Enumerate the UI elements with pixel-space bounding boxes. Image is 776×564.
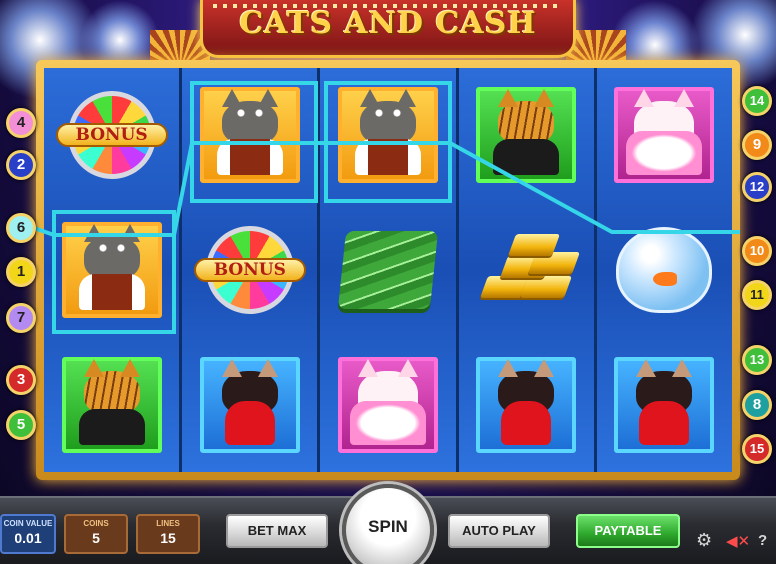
cat-body-icon (350, 400, 426, 445)
diva-cat-symbol (199, 356, 300, 453)
reel-cell: BONUS (182, 203, 317, 338)
help-button[interactable]: ? (758, 532, 767, 549)
diva-cat-symbol (476, 356, 577, 453)
cat-body-icon (626, 131, 703, 176)
line-badge-7[interactable]: 7 (6, 303, 36, 333)
reel-cell (597, 203, 732, 338)
line-badge-2[interactable]: 2 (6, 150, 36, 180)
line-badge-12[interactable]: 12 (742, 172, 772, 202)
line-badge-14[interactable]: 14 (742, 86, 772, 116)
line-badge-13[interactable]: 13 (742, 345, 772, 375)
cat-body-icon (501, 400, 552, 445)
cat-eyes-icon (231, 109, 268, 118)
fishbowl-icon (616, 227, 713, 313)
white-cat-symbol (338, 356, 438, 453)
line-badge-9[interactable]: 9 (742, 130, 772, 160)
line-badge-6[interactable]: 6 (6, 213, 36, 243)
coins-label: COINS (83, 519, 109, 528)
cash-stack-icon (337, 231, 439, 309)
gear-icon[interactable]: ⚙ (696, 530, 712, 551)
reel-cell (182, 337, 317, 472)
line-badge-15[interactable]: 15 (742, 434, 772, 464)
line-badge-8[interactable]: 8 (742, 390, 772, 420)
reel-2: BONUS (182, 68, 318, 472)
paytable-button[interactable]: PAYTABLE (576, 514, 680, 548)
line-badge-3[interactable]: 3 (6, 365, 36, 395)
title-marquee: CATS AND CASH (200, 0, 576, 58)
line-badge-11[interactable]: 11 (742, 280, 772, 310)
cat-body-icon (493, 139, 560, 176)
diva-cat-symbol (614, 356, 715, 453)
speaker-muted-icon[interactable]: ◀✕ (726, 532, 750, 550)
reel-5 (596, 68, 733, 472)
gray-cat-symbol (61, 222, 162, 318)
reel-cell (459, 68, 594, 203)
gray-cat-symbol (338, 87, 438, 184)
bet-max-button[interactable]: BET MAX (226, 514, 328, 548)
lines-value: 15 (160, 530, 176, 546)
coin-value-display[interactable]: COIN VALUE 0.01 (0, 514, 56, 554)
bonus-wheel-symbol: BONUS (55, 87, 168, 183)
reel-frame: BONUS BONUS (36, 60, 740, 480)
reel-cell (44, 337, 179, 472)
cat-eyes-icon (93, 244, 130, 252)
tiger-cat-symbol (61, 356, 162, 453)
reel-cell (320, 203, 455, 338)
white-cat-symbol (614, 87, 715, 184)
reel-3 (320, 68, 456, 472)
line-badge-4[interactable]: 4 (6, 108, 36, 138)
reel-cell (597, 337, 732, 472)
bonus-label: BONUS (55, 123, 168, 148)
reel-cell (459, 203, 594, 338)
reel-cell (320, 337, 455, 472)
reel-cell (459, 337, 594, 472)
cat-body-icon (355, 139, 421, 176)
reel-1: BONUS (44, 68, 180, 472)
reel-cell (182, 68, 317, 203)
tiger-cat-symbol (476, 87, 577, 184)
cat-body-icon (78, 274, 145, 310)
reel-cell (44, 203, 179, 338)
gold-bars-icon (476, 230, 581, 310)
coin-value-label: COIN VALUE (3, 519, 53, 528)
reel-cell (320, 68, 455, 203)
line-badge-10[interactable]: 10 (742, 236, 772, 266)
cat-eyes-icon (370, 109, 406, 118)
reels: BONUS BONUS (44, 68, 733, 472)
reel-4 (458, 68, 594, 472)
auto-play-button[interactable]: AUTO PLAY (448, 514, 550, 548)
game-title: CATS AND CASH (239, 6, 537, 41)
cat-body-icon (216, 139, 283, 176)
line-badge-1[interactable]: 1 (6, 257, 36, 287)
coins-display[interactable]: COINS 5 (64, 514, 128, 554)
lines-display[interactable]: LINES 15 (136, 514, 200, 554)
cat-body-icon (639, 400, 690, 445)
gray-cat-symbol (199, 87, 300, 184)
game-screen: CATS AND CASH BONUS BONUS 4 2 6 1 7 3 5 … (0, 0, 776, 564)
line-badge-5[interactable]: 5 (6, 410, 36, 440)
cat-body-icon (78, 408, 145, 445)
reel-cell (597, 68, 732, 203)
coin-value: 0.01 (14, 530, 42, 546)
lines-label: LINES (156, 519, 180, 528)
cat-body-icon (224, 400, 275, 445)
coins-value: 5 (92, 530, 100, 546)
bonus-label: BONUS (193, 258, 306, 282)
reel-cell: BONUS (44, 68, 179, 203)
bonus-wheel-symbol: BONUS (193, 222, 306, 318)
